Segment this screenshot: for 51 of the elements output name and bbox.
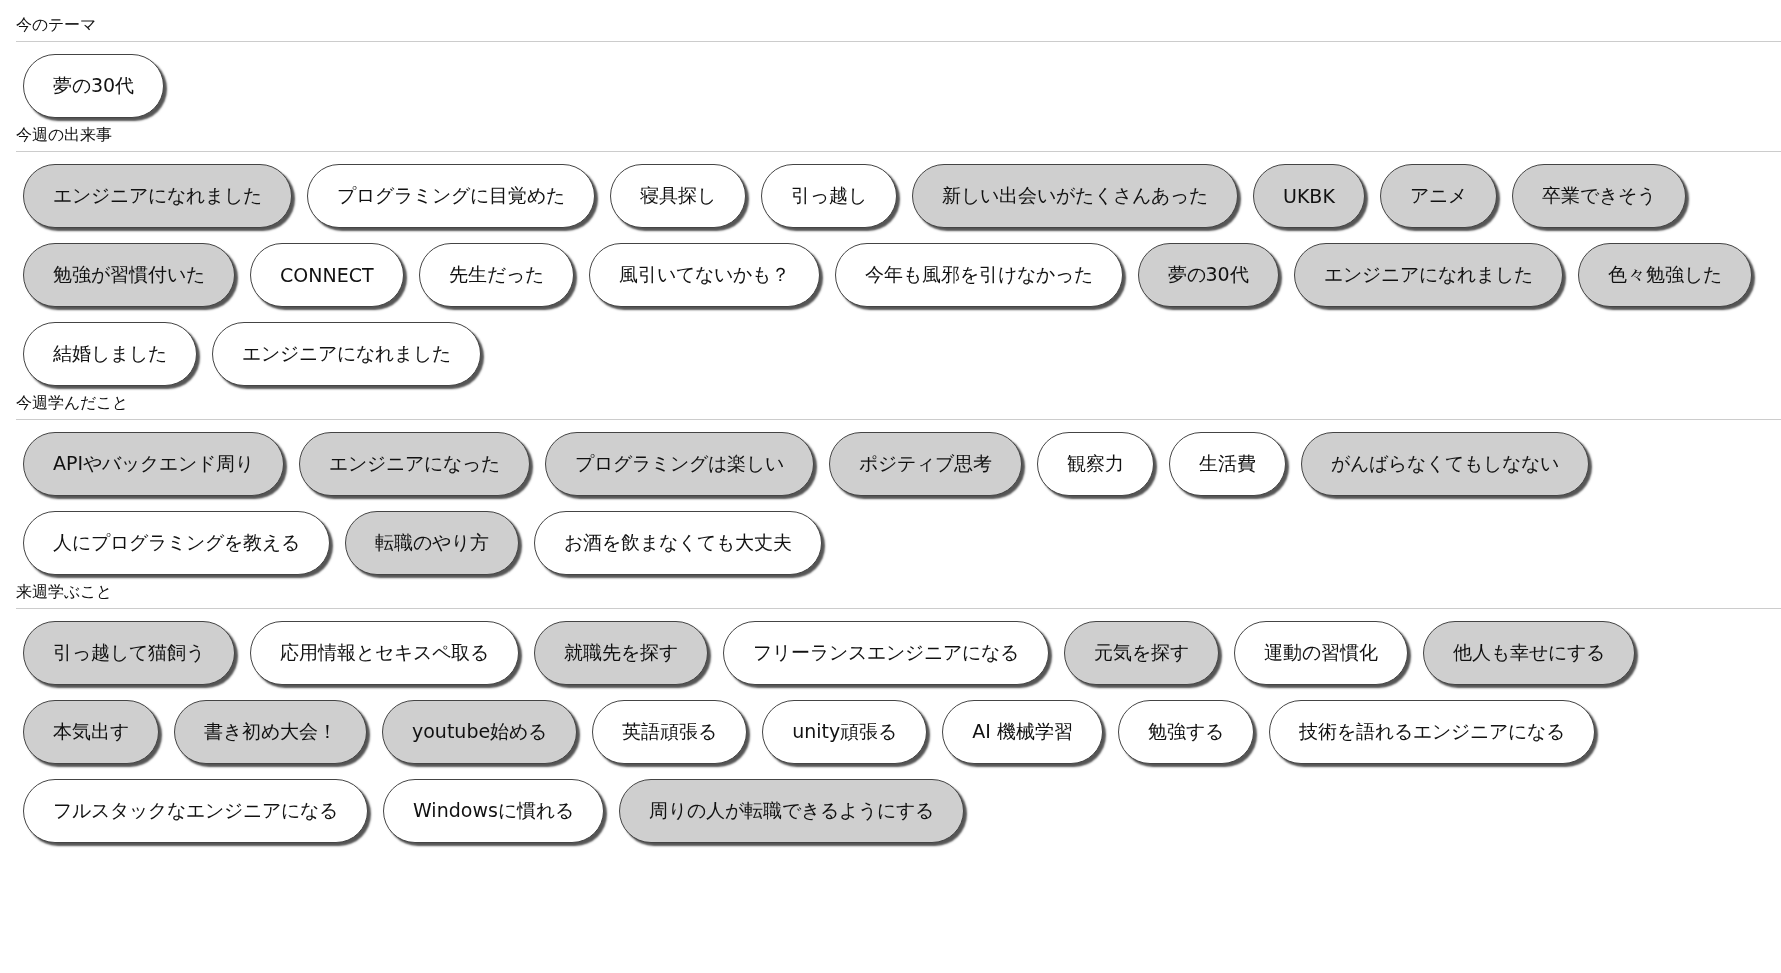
tag-chip[interactable]: がんばらなくてもしなない [1301,432,1590,496]
tag-chip[interactable]: 本気出す [23,700,159,764]
tag-chip[interactable]: 引っ越して猫飼う [23,621,235,685]
tag-chip[interactable]: 色々勉強した [1577,243,1752,307]
tag-chip[interactable]: 先生だった [418,243,574,307]
tag-chip[interactable]: 勉強する [1117,700,1254,764]
section-heading: 今週の出来事 [16,124,112,146]
tag-chip[interactable]: 卒業できそう [1511,164,1686,228]
tag-chip[interactable]: 勉強が習慣付いた [23,243,235,307]
tag-chip[interactable]: Windowsに慣れる [383,779,604,843]
tag-chip[interactable]: CONNECT [250,243,404,307]
tag-chip[interactable]: 生活費 [1169,432,1287,496]
tag-chip[interactable]: エンジニアになった [299,432,531,496]
tag-chip[interactable]: 寝具探し [610,164,746,228]
tag-chip[interactable]: エンジニアになれました [212,322,481,386]
tag-chip[interactable]: 人にプログラミングを教える [23,511,330,575]
tag-chip[interactable]: ポジティブ思考 [829,432,1023,496]
tag-chip[interactable]: 観察力 [1037,432,1155,496]
tag-chip[interactable]: エンジニアになれました [23,164,292,228]
tag-chip[interactable]: 新しい出会いがたくさんあった [912,164,1238,228]
tag-chip[interactable]: お酒を飲まなくても大丈夫 [534,511,822,575]
tag-chip[interactable]: 転職のやり方 [345,511,519,575]
tag-chip[interactable]: 運動の習慣化 [1234,621,1408,685]
section-heading: 今週学んだこと [16,392,128,414]
tag-chip[interactable]: UKBK [1253,164,1365,228]
tag-chip[interactable]: フルスタックなエンジニアになる [23,779,368,843]
tag-chip[interactable]: youtube始める [382,700,578,764]
tag-chip[interactable]: 技術を語れるエンジニアになる [1268,700,1595,764]
tag-chip[interactable]: 周りの人が転職できるようにする [618,779,964,843]
tag-chip[interactable]: フリーランスエンジニアになる [723,621,1049,685]
tag-chip[interactable]: 元気を探す [1064,621,1219,685]
tag-chip[interactable]: 他人も幸せにする [1423,621,1635,685]
tag-chip[interactable]: 風引いてないかも？ [588,243,820,307]
tag-chip[interactable]: APIやバックエンド周り [23,432,285,496]
tag-chip[interactable]: unity頑張る [762,700,928,764]
tag-chip[interactable]: AI 機械学習 [942,700,1103,764]
tag-chip[interactable]: 応用情報とセキスペ取る [250,621,519,685]
tag-chip[interactable]: 夢の30代 [1137,243,1279,307]
tag-chip[interactable]: エンジニアになれました [1293,243,1563,307]
section-heading: 今のテーマ [16,14,96,36]
section-heading: 来週学ぶこと [16,581,112,603]
tag-chip[interactable]: 結婚しました [23,322,197,386]
tag-chip[interactable]: 書き初め大会！ [174,700,367,764]
tag-chip[interactable]: 夢の30代 [23,54,165,118]
tag-chip[interactable]: 英語頑張る [592,700,748,764]
tag-chip[interactable]: 引っ越し [761,164,897,228]
tag-chip[interactable]: 就職先を探す [534,621,708,685]
tag-chip[interactable]: プログラミングは楽しい [545,432,815,496]
tag-chip[interactable]: アニメ [1379,164,1497,228]
tag-chip[interactable]: 今年も風邪を引けなかった [834,243,1123,307]
tag-chip[interactable]: プログラミングに目覚めた [307,164,595,228]
